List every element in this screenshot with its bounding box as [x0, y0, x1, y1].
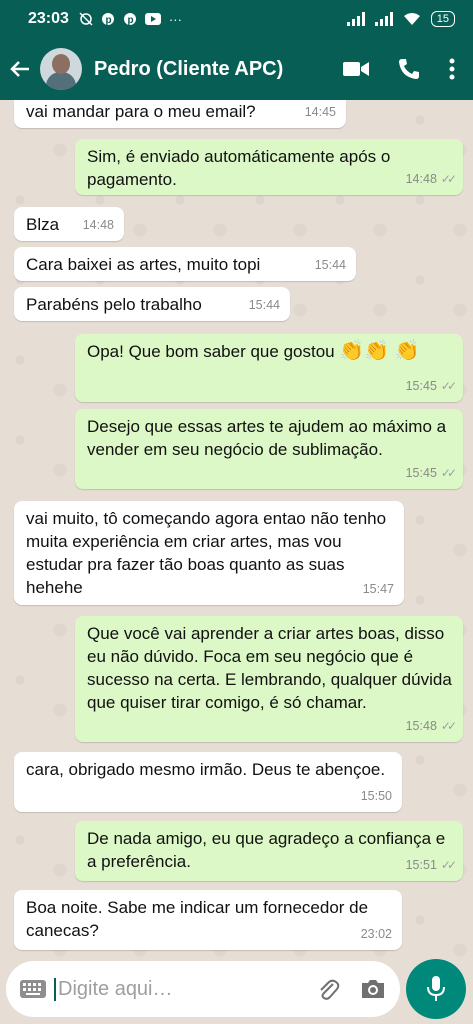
chat-messages: vai mandar para o meu email? 14:45 Sim, …	[0, 100, 473, 957]
message-text: Parabéns pelo trabalho	[26, 295, 202, 314]
message-text: Opa! Que bom saber que gostou	[87, 342, 335, 361]
message-input-container: Digite aqui…	[6, 961, 400, 1017]
message-time: 14:48	[405, 172, 437, 186]
message-time: 15:50	[360, 789, 392, 803]
wifi-icon	[403, 13, 420, 25]
message-text: Boa noite. Sabe me indicar um fornecedor…	[26, 898, 369, 940]
video-call-icon[interactable]	[343, 60, 369, 78]
incoming-message[interactable]: Cara baixei as artes, muito topi 15:44	[14, 247, 356, 281]
message-text: Que você vai aprender a criar artes boas…	[87, 624, 452, 712]
message-text: cara, obrigado mesmo irmão. Deus te aben…	[26, 760, 386, 779]
compose-bar: Digite aqui…	[0, 957, 473, 1024]
svg-text:p: p	[105, 15, 111, 26]
outgoing-message[interactable]: Sim, é enviado automáticamente após o pa…	[75, 139, 463, 195]
message-text: De nada amigo, eu que agradeço a confian…	[87, 829, 446, 871]
microphone-icon	[427, 976, 445, 1001]
double-check-icon: ✓✓	[440, 858, 457, 872]
message-text: vai mandar para o meu email?	[26, 102, 256, 121]
phone-call-icon[interactable]	[397, 57, 421, 81]
status-time: 23:03	[28, 10, 69, 27]
pinterest-icon: p	[123, 13, 136, 26]
double-check-icon: ✓✓	[440, 172, 457, 186]
chat-header: Pedro (Cliente APC)	[0, 38, 473, 100]
double-check-icon: ✓✓	[440, 466, 457, 480]
message-time: 15:44	[314, 258, 346, 272]
double-check-icon: ✓✓	[440, 719, 457, 733]
contact-name[interactable]: Pedro (Cliente APC)	[94, 58, 343, 81]
incoming-message[interactable]: vai muito, tô começando agora entao não …	[14, 501, 404, 605]
status-notification-icons: p p ···	[79, 12, 182, 27]
back-button[interactable]	[0, 58, 40, 80]
message-time: 15:47	[362, 582, 394, 596]
signal-icon	[374, 12, 393, 26]
message-time: 23:02	[360, 927, 392, 941]
message-text: Sim, é enviado automáticamente após o pa…	[87, 147, 391, 189]
message-text: Cara baixei as artes, muito topi	[26, 255, 261, 274]
pinterest-icon: p	[101, 13, 114, 26]
svg-text:p: p	[127, 15, 133, 26]
incoming-message[interactable]: Blza 14:48	[14, 207, 124, 241]
outgoing-message[interactable]: Que você vai aprender a criar artes boas…	[75, 616, 463, 742]
message-time: 15:51	[405, 858, 437, 872]
status-bar: 23:03 p p ··· 15	[0, 0, 473, 38]
incoming-message[interactable]: Boa noite. Sabe me indicar um fornecedor…	[14, 890, 402, 950]
message-time: 15:48	[405, 719, 437, 733]
alarm-off-icon	[79, 12, 93, 26]
message-text: Blza	[26, 215, 60, 234]
double-check-icon: ✓✓	[440, 379, 457, 393]
outgoing-message[interactable]: Opa! Que bom saber que gostou 👏👏 👏 15:45…	[75, 334, 463, 402]
message-time: 15:45	[405, 466, 437, 480]
message-time: 15:45	[405, 379, 437, 393]
avatar[interactable]	[40, 48, 82, 90]
more-vertical-icon[interactable]	[449, 58, 455, 80]
camera-icon[interactable]	[360, 978, 386, 1000]
outgoing-message[interactable]: Desejo que essas artes te ajudem ao máxi…	[75, 409, 463, 489]
incoming-message[interactable]: cara, obrigado mesmo irmão. Deus te aben…	[14, 752, 402, 812]
outgoing-message[interactable]: De nada amigo, eu que agradeço a confian…	[75, 821, 463, 881]
incoming-message[interactable]: Parabéns pelo trabalho 15:44	[14, 287, 290, 321]
clapping-hands-emoji: 👏👏 👏	[339, 340, 420, 362]
message-text: Desejo que essas artes te ajudem ao máxi…	[87, 417, 447, 459]
message-time: 14:45	[304, 105, 336, 119]
message-time: 14:48	[82, 218, 114, 232]
youtube-icon	[144, 13, 161, 25]
keyboard-icon[interactable]	[20, 980, 46, 998]
message-time: 15:44	[248, 298, 280, 312]
message-text: vai muito, tô começando agora entao não …	[26, 509, 387, 597]
mic-button[interactable]	[406, 959, 466, 1019]
signal-icon	[346, 12, 365, 26]
battery-indicator: 15	[430, 11, 455, 27]
message-input[interactable]: Digite aqui…	[54, 977, 316, 1001]
paperclip-icon[interactable]	[316, 976, 340, 1002]
arrow-left-icon	[10, 61, 29, 77]
incoming-message[interactable]: vai mandar para o meu email? 14:45	[14, 100, 346, 128]
more-notifications-icon: ···	[168, 11, 182, 27]
